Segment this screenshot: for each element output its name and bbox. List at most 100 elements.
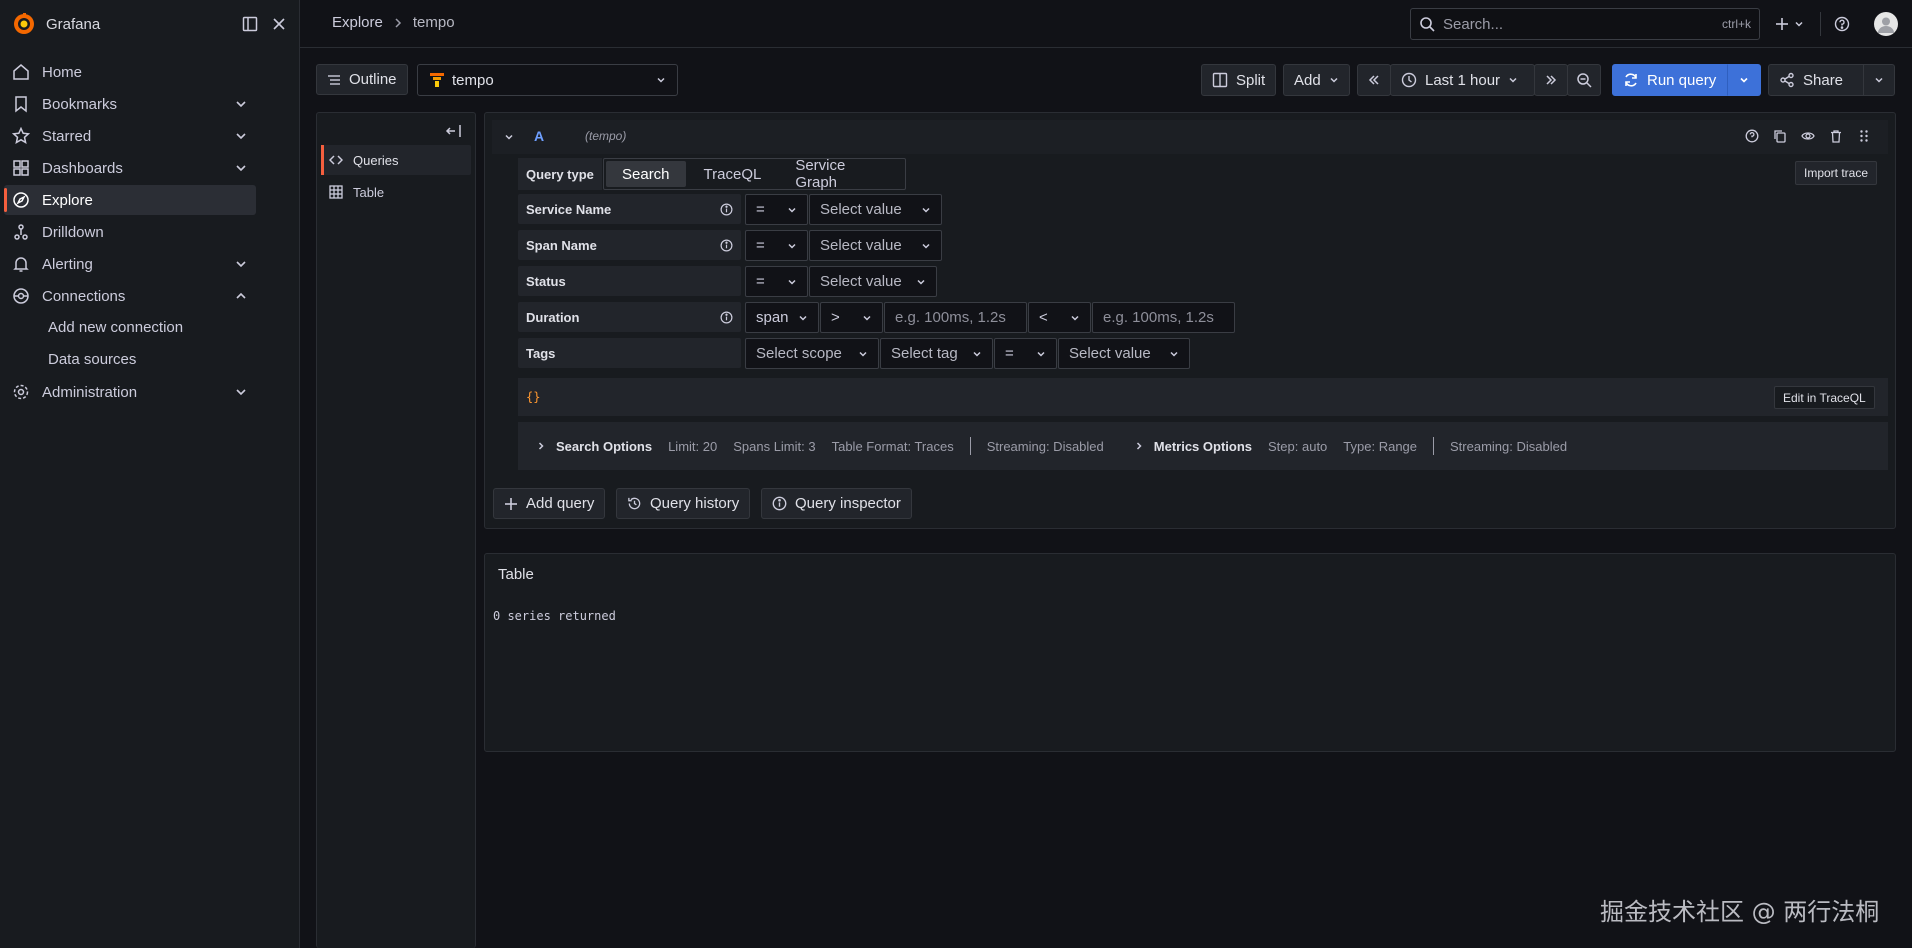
nav-item-drilldown[interactable]: Drilldown [4, 217, 256, 247]
share-options-button[interactable] [1863, 64, 1895, 96]
select-value: span [756, 309, 789, 326]
field-label-text: Duration [526, 309, 580, 325]
status-operator-select[interactable]: = [745, 266, 808, 297]
service-name-value-select[interactable]: Select value [809, 194, 942, 225]
info-icon[interactable] [720, 203, 733, 216]
span-name-operator-select[interactable]: = [745, 230, 808, 261]
input-placeholder: e.g. 100ms, 1.2s [1103, 309, 1214, 326]
info-icon[interactable] [720, 311, 733, 324]
duration-scope-select[interactable]: span [745, 302, 819, 333]
chevron-down-icon [972, 349, 982, 359]
duration-max-operator-select[interactable]: < [1028, 302, 1091, 333]
duration-min-operator-select[interactable]: > [820, 302, 883, 333]
status-value-select[interactable]: Select value [809, 266, 937, 297]
select-placeholder: Select value [820, 273, 902, 290]
nav-item-administration[interactable]: Administration [4, 377, 256, 407]
metrics-options-toggle[interactable]: Metrics Options [1134, 439, 1252, 454]
nav-item-alerting[interactable]: Alerting [4, 249, 256, 279]
help-icon[interactable] [1745, 129, 1759, 143]
chevron-down-icon[interactable] [234, 257, 248, 271]
close-menu-icon[interactable] [272, 17, 286, 31]
nav-item-home[interactable]: Home [4, 57, 256, 87]
info-circle-icon [772, 496, 787, 511]
chevron-down-icon[interactable] [234, 129, 248, 143]
field-label-text: Status [526, 273, 566, 289]
zoom-out-button[interactable] [1567, 64, 1601, 96]
chevron-up-icon[interactable] [234, 289, 248, 303]
chevron-down-icon [1739, 75, 1749, 85]
outline-item-table[interactable]: Table [321, 177, 471, 207]
tags-tag-select[interactable]: Select tag [880, 338, 993, 369]
time-shift-forward-button[interactable] [1534, 64, 1568, 96]
nav-item-add-new-connection[interactable]: Add new connection [48, 319, 183, 336]
dock-menu-icon[interactable] [242, 16, 258, 32]
tags-scope-select[interactable]: Select scope [745, 338, 879, 369]
split-button[interactable]: Split [1201, 64, 1277, 96]
time-range-picker[interactable]: Last 1 hour [1390, 64, 1535, 96]
bell-icon [12, 255, 30, 273]
nav-label: Drilldown [42, 223, 104, 241]
active-indicator [321, 145, 324, 175]
duration-max-input[interactable]: e.g. 100ms, 1.2s [1092, 302, 1235, 333]
grafana-logo-icon [12, 12, 36, 36]
brand[interactable]: Grafana [12, 12, 100, 36]
divider [1820, 12, 1821, 36]
run-query-interval-button[interactable] [1727, 64, 1761, 96]
chevron-down-icon[interactable] [503, 131, 515, 143]
add-query-button[interactable]: Add query [493, 488, 606, 519]
query-type-traceql[interactable]: TraceQL [688, 161, 778, 187]
content-outline: Queries Table [316, 112, 476, 948]
time-range-label: Last 1 hour [1425, 71, 1501, 89]
chevron-down-icon [916, 277, 926, 287]
search-options-toggle[interactable]: Search Options [536, 439, 652, 454]
help-icon[interactable] [1834, 16, 1850, 32]
search-input[interactable]: Search... ctrl+k [1410, 8, 1760, 40]
chevron-down-icon [1169, 349, 1179, 359]
chevron-down-icon[interactable] [234, 385, 248, 399]
edit-in-traceql-button[interactable]: Edit in TraceQL [1774, 386, 1875, 409]
nav-item-connections[interactable]: Connections [4, 281, 256, 311]
datasource-picker[interactable]: tempo [417, 64, 678, 96]
avatar[interactable] [1874, 12, 1898, 36]
copy-icon[interactable] [1773, 129, 1787, 143]
select-value: < [1039, 309, 1048, 326]
search-limit: Limit: 20 [668, 438, 718, 454]
input-placeholder: e.g. 100ms, 1.2s [895, 309, 1006, 326]
outline-item-queries[interactable]: Queries [321, 145, 471, 175]
span-name-label: Span Name [518, 230, 741, 260]
tags-operator-select[interactable]: = [994, 338, 1057, 369]
new-menu-button[interactable] [1774, 16, 1804, 32]
query-ref-id[interactable]: A [534, 128, 544, 144]
collapse-outline-icon[interactable] [445, 123, 463, 139]
chevron-down-icon [862, 313, 872, 323]
eye-icon[interactable] [1801, 129, 1815, 143]
nav-item-explore[interactable]: Explore [4, 185, 256, 215]
query-history-button[interactable]: Query history [616, 488, 751, 519]
trash-icon[interactable] [1829, 129, 1843, 143]
drag-handle-icon[interactable] [1857, 129, 1871, 143]
nav-item-data-sources[interactable]: Data sources [48, 351, 136, 368]
chevron-down-icon[interactable] [234, 161, 248, 175]
app-name: Grafana [46, 15, 101, 33]
query-inspector-button[interactable]: Query inspector [761, 488, 912, 519]
chevron-down-icon[interactable] [234, 97, 248, 111]
share-button[interactable]: Share [1768, 64, 1864, 96]
run-query-button[interactable]: Run query [1612, 64, 1728, 96]
span-name-value-select[interactable]: Select value [809, 230, 942, 261]
tags-value-select[interactable]: Select value [1058, 338, 1190, 369]
query-type-service-graph[interactable]: Service Graph [779, 157, 903, 191]
nav-item-starred[interactable]: Starred [4, 121, 256, 151]
time-shift-back-button[interactable] [1357, 64, 1391, 96]
query-type-search[interactable]: Search [606, 161, 686, 187]
service-name-operator-select[interactable]: = [745, 194, 808, 225]
info-icon[interactable] [720, 239, 733, 252]
duration-min-input[interactable]: e.g. 100ms, 1.2s [884, 302, 1027, 333]
add-button[interactable]: Add [1283, 64, 1350, 96]
traceql-preview: {} Edit in TraceQL [518, 378, 1888, 416]
nav-item-dashboards[interactable]: Dashboards [4, 153, 256, 183]
import-trace-button[interactable]: Import trace [1795, 161, 1878, 185]
outline-button[interactable]: Outline [316, 64, 408, 95]
breadcrumb-explore[interactable]: Explore [332, 14, 383, 31]
nav-label: Administration [42, 383, 138, 401]
nav-item-bookmarks[interactable]: Bookmarks [4, 89, 256, 119]
